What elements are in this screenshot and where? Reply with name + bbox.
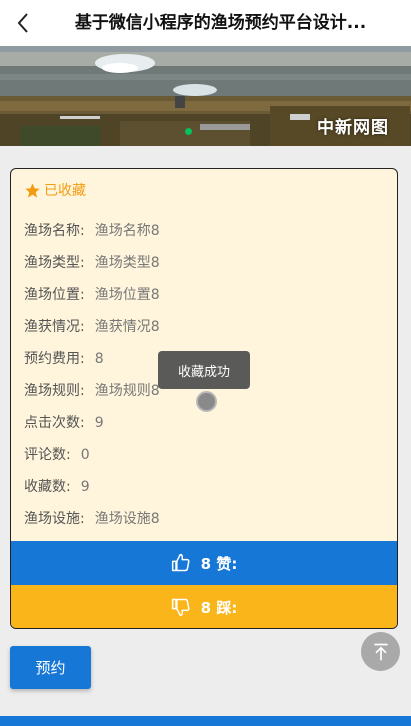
field-label: 收藏数: <box>24 479 71 495</box>
field-row: 渔场类型: 渔场类型8 <box>24 252 160 272</box>
field-label: 渔场设施: <box>24 511 85 527</box>
field-label: 渔获情况: <box>24 319 85 335</box>
toast-message: 收藏成功 <box>158 351 250 389</box>
field-row: 渔场名称: 渔场名称8 <box>24 220 160 240</box>
field-row: 渔场设施: 渔场设施8 <box>24 508 160 528</box>
favorite-toggle[interactable]: 已收藏 <box>24 180 86 200</box>
field-label: 渔场位置: <box>24 287 85 303</box>
field-row: 渔场规则: 渔场规则8 <box>24 380 160 400</box>
bottom-bar <box>0 716 411 726</box>
field-row: 点击次数: 9 <box>24 412 104 432</box>
field-value: 渔获情况8 <box>94 319 160 335</box>
field-row: 渔场位置: 渔场位置8 <box>24 284 160 304</box>
dislike-button[interactable]: 8 踩: <box>11 585 397 628</box>
field-value: 渔场名称8 <box>94 223 160 239</box>
field-value: 9 <box>94 415 104 431</box>
favorite-label: 已收藏 <box>44 183 86 199</box>
star-icon <box>25 182 40 198</box>
loading-indicator <box>196 391 217 412</box>
field-row: 评论数: 0 <box>24 444 90 464</box>
carousel-indicator[interactable] <box>185 128 192 135</box>
arrow-up-icon <box>373 643 388 660</box>
scroll-top-button[interactable] <box>361 632 400 671</box>
field-label: 预约费用: <box>24 351 85 367</box>
field-label: 渔场规则: <box>24 383 85 399</box>
field-label: 评论数: <box>24 447 71 463</box>
field-value: 渔场位置8 <box>94 287 160 303</box>
field-value: 渔场规则8 <box>94 383 160 399</box>
dislike-label: 8 踩: <box>200 598 238 617</box>
like-label: 8 赞: <box>200 554 238 573</box>
nav-bar: 基于微信小程序的渔场预约平台设计... <box>0 0 411 46</box>
banner-watermark: 中新网图 <box>317 118 389 138</box>
field-value: 渔场设施8 <box>94 511 160 527</box>
field-row: 渔获情况: 渔获情况8 <box>24 316 160 336</box>
field-label: 渔场名称: <box>24 223 85 239</box>
book-button[interactable]: 预约 <box>10 646 91 689</box>
field-label: 点击次数: <box>24 415 85 431</box>
field-value: 0 <box>80 447 90 463</box>
field-label: 渔场类型: <box>24 255 85 271</box>
field-row: 预约费用: 8 <box>24 348 104 368</box>
thumbs-down-icon <box>171 598 190 617</box>
field-value: 渔场类型8 <box>94 255 160 271</box>
chevron-left-icon <box>17 13 28 33</box>
thumbs-up-icon <box>171 553 190 572</box>
banner-image[interactable]: 中新网图 <box>0 46 411 146</box>
page-title: 基于微信小程序的渔场预约平台设计... <box>74 13 367 33</box>
field-value: 8 <box>94 351 104 367</box>
like-button[interactable]: 8 赞: <box>11 541 397 585</box>
back-button[interactable] <box>8 8 38 38</box>
field-value: 9 <box>80 479 90 495</box>
field-row: 收藏数: 9 <box>24 476 90 496</box>
